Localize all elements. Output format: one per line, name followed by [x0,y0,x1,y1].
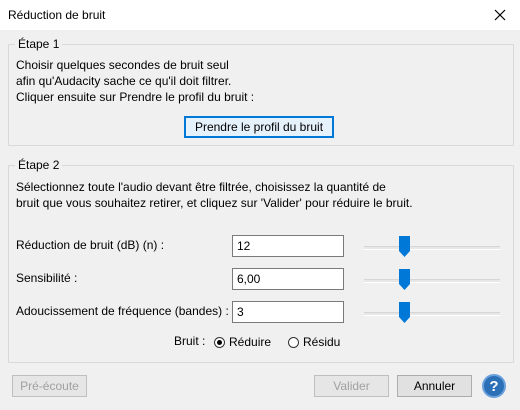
radio-residue-indicator[interactable] [288,336,299,348]
close-button[interactable] [480,0,520,30]
ok-button[interactable]: Valider [314,375,389,397]
step1-instruction-2: afin qu'Audacity sache ce qu'il doit fil… [16,74,232,88]
frequency-smoothing-input[interactable] [232,301,344,323]
step1-instruction-3: Cliquer ensuite sur Prendre le profil du… [16,90,255,104]
step2-legend: Étape 2 [15,158,63,172]
slider-thumb[interactable] [399,236,410,257]
radio-reduce[interactable]: Réduire [214,335,271,349]
noise-reduction-slider[interactable] [364,236,500,258]
get-noise-profile-button[interactable]: Prendre le profil du bruit [184,116,334,138]
noise-label: Bruit : [174,334,206,348]
step2-instruction-1: Sélectionnez toute l'audio devant être f… [16,180,386,194]
slider-track [364,312,500,316]
window-title: Réduction de bruit [8,8,106,22]
frequency-smoothing-label: Adoucissement de fréquence (bandes) : [16,304,229,318]
radio-residue-label: Résidu [303,335,341,349]
title-bar: Réduction de bruit [0,0,520,30]
radio-reduce-label: Réduire [229,335,272,349]
radio-reduce-indicator[interactable] [214,336,225,348]
noise-reduction-label: Réduction de bruit (dB) (n) : [16,238,165,252]
close-icon [494,9,506,21]
slider-thumb[interactable] [399,269,410,290]
preview-button[interactable]: Pré-écoute [12,375,87,397]
noise-reduction-input[interactable] [232,235,344,257]
step1-legend: Étape 1 [15,37,63,51]
help-button[interactable]: ? [482,374,506,398]
slider-track [364,246,500,250]
radio-residue[interactable]: Résidu [288,335,340,349]
cancel-button[interactable]: Annuler [397,375,472,397]
slider-thumb[interactable] [399,302,410,323]
step2-instruction-2: bruit que vous souhaitez retirer, et cli… [16,196,413,210]
help-icon: ? [489,377,499,395]
sensitivity-input[interactable] [232,268,344,290]
sensitivity-slider[interactable] [364,269,500,291]
step1-instruction-1: Choisir quelques secondes de bruit seul [16,58,229,72]
sensitivity-label: Sensibilité : [16,271,78,285]
slider-track [364,279,500,283]
frequency-smoothing-slider[interactable] [364,302,500,324]
